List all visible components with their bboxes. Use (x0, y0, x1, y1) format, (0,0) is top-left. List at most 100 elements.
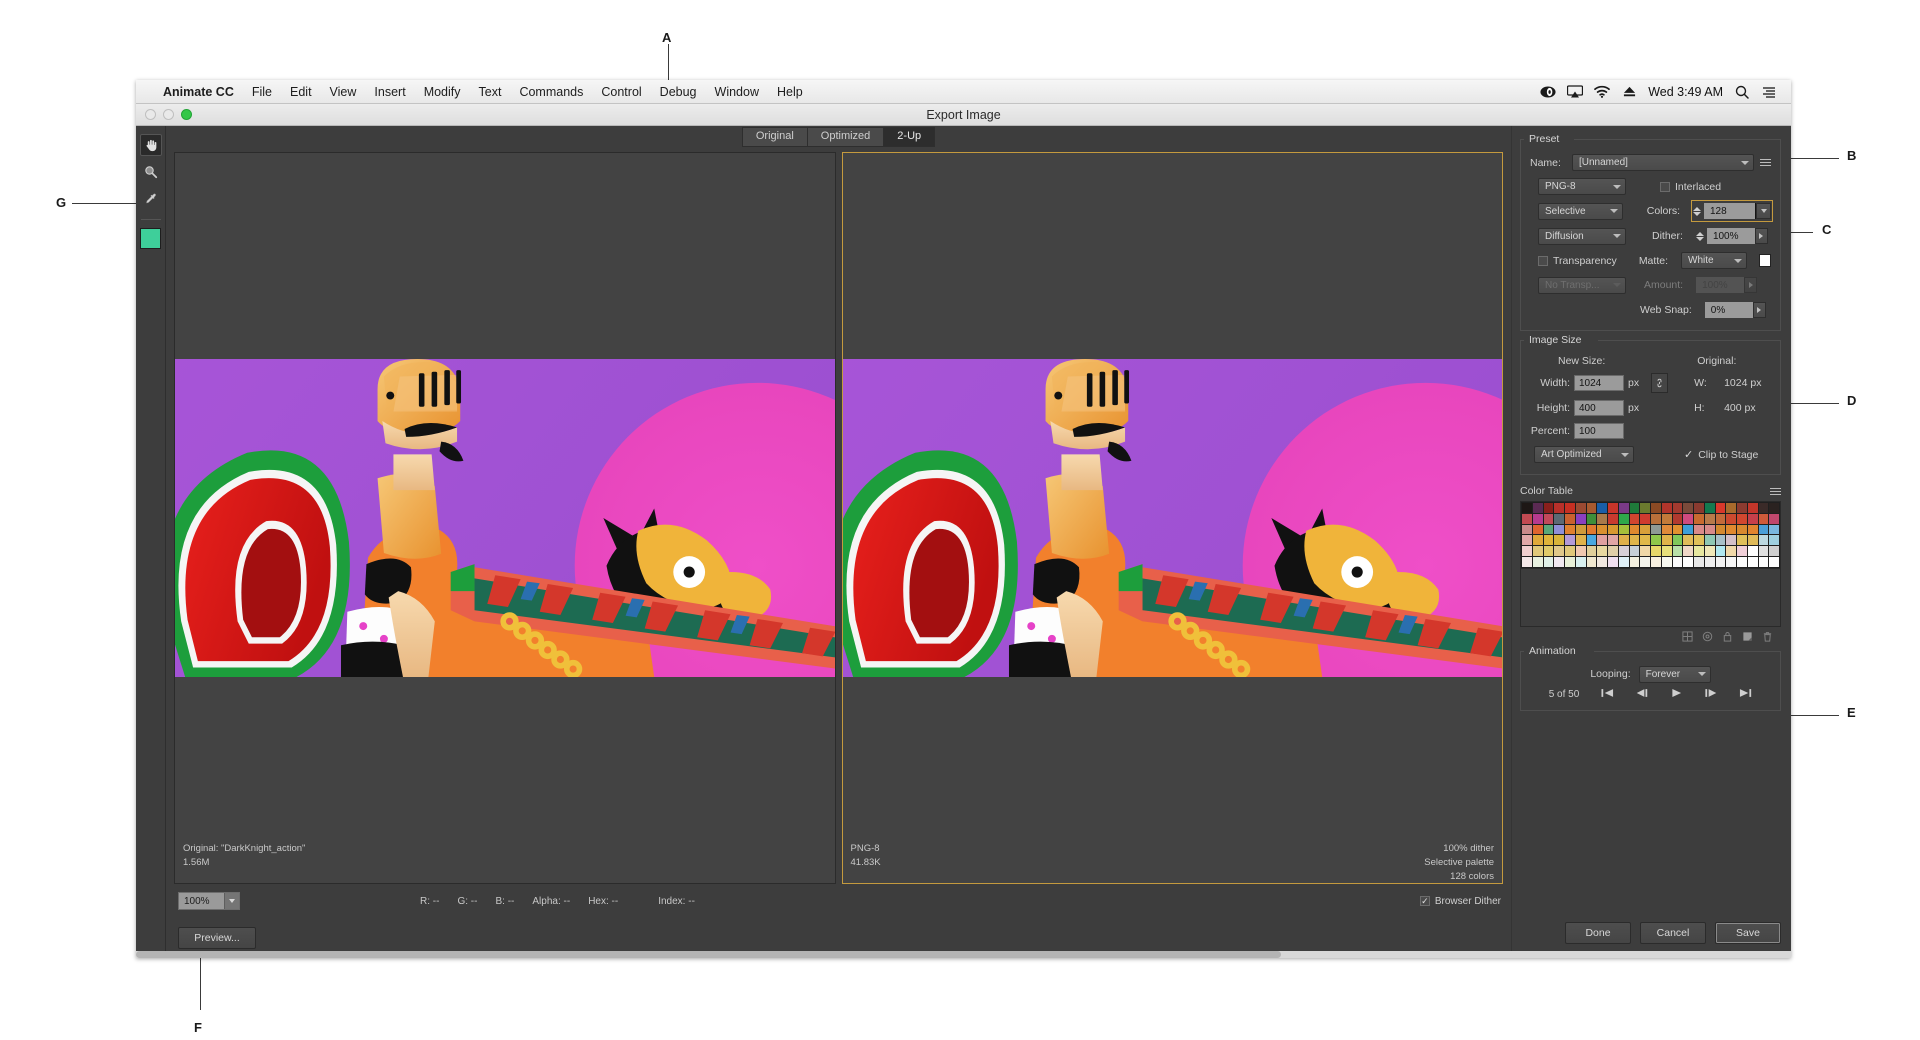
color-swatch[interactable] (1672, 513, 1683, 524)
eject-icon[interactable] (1621, 84, 1637, 100)
color-swatch[interactable] (1522, 546, 1532, 556)
color-swatch[interactable] (1661, 546, 1672, 556)
transparency-checkbox[interactable]: Transparency (1538, 255, 1617, 267)
color-swatch[interactable] (1522, 503, 1532, 513)
color-swatch[interactable] (1715, 524, 1726, 535)
color-swatch[interactable] (1597, 546, 1607, 556)
color-swatch[interactable] (1640, 556, 1650, 567)
color-swatch[interactable] (1758, 535, 1769, 545)
color-swatch[interactable] (1694, 556, 1704, 567)
color-swatch[interactable] (1618, 535, 1629, 545)
tab-original[interactable]: Original (741, 127, 807, 147)
color-swatch[interactable] (1532, 513, 1543, 524)
color-swatch[interactable] (1672, 535, 1683, 545)
color-swatch[interactable] (1747, 556, 1758, 567)
color-swatch[interactable] (1522, 524, 1532, 535)
color-swatch[interactable] (1629, 546, 1640, 556)
looping-dropdown[interactable]: Forever (1638, 665, 1711, 683)
clip-to-stage-checkbox[interactable]: ✓ Clip to Stage (1684, 448, 1758, 462)
color-swatch[interactable] (1704, 556, 1715, 567)
menu-modify[interactable]: Modify (415, 80, 470, 104)
window-controls[interactable] (136, 109, 192, 120)
menu-text[interactable]: Text (470, 80, 511, 104)
color-swatch[interactable] (1565, 513, 1575, 524)
color-swatch[interactable] (1683, 556, 1693, 567)
new-color-icon[interactable] (1742, 631, 1753, 644)
color-swatch[interactable] (1608, 546, 1618, 556)
color-swatch[interactable] (1704, 524, 1715, 535)
percent-input[interactable]: 100 (1574, 423, 1624, 439)
preset-options-menu-icon[interactable] (1760, 159, 1771, 166)
color-swatch[interactable] (1575, 535, 1586, 545)
color-swatch[interactable] (1726, 546, 1736, 556)
spotlight-search-icon[interactable] (1734, 84, 1750, 100)
color-swatch[interactable] (1715, 546, 1726, 556)
close-button[interactable] (145, 109, 156, 120)
color-swatch[interactable] (1565, 546, 1575, 556)
cancel-button[interactable]: Cancel (1640, 922, 1706, 944)
color-swatch[interactable] (1672, 524, 1683, 535)
color-swatch[interactable] (1769, 513, 1779, 524)
color-swatch[interactable] (1715, 503, 1726, 513)
menu-view[interactable]: View (321, 80, 366, 104)
color-swatch[interactable] (1565, 535, 1575, 545)
tab-2up[interactable]: 2-Up (883, 127, 936, 147)
file-format-dropdown[interactable]: PNG-8 (1538, 178, 1626, 195)
menu-control[interactable]: Control (592, 80, 650, 104)
done-button[interactable]: Done (1565, 922, 1631, 944)
color-swatch[interactable] (1683, 503, 1693, 513)
color-swatch[interactable] (1554, 513, 1564, 524)
creative-cloud-icon[interactable] (1540, 84, 1556, 100)
web-snap-icon[interactable] (1702, 631, 1713, 644)
color-swatch[interactable] (1575, 503, 1586, 513)
color-swatch[interactable] (1737, 513, 1747, 524)
matte-color-swatch[interactable] (1759, 254, 1771, 267)
eyedropper-tool[interactable] (140, 188, 162, 210)
hand-tool[interactable] (139, 134, 162, 156)
color-swatch[interactable] (1769, 503, 1779, 513)
menu-debug[interactable]: Debug (651, 80, 706, 104)
color-swatch[interactable] (1597, 503, 1607, 513)
color-swatch[interactable] (1694, 503, 1704, 513)
color-swatch[interactable] (1704, 513, 1715, 524)
color-swatch[interactable] (1575, 556, 1586, 567)
optimized-canvas[interactable] (842, 153, 1502, 883)
colors-dropdown-button[interactable] (1756, 203, 1771, 219)
color-swatch[interactable] (1683, 546, 1693, 556)
color-swatch[interactable] (1758, 503, 1769, 513)
menu-insert[interactable]: Insert (365, 80, 414, 104)
color-table-swatches[interactable] (1520, 501, 1781, 569)
color-swatch[interactable] (1575, 513, 1586, 524)
color-swatch[interactable] (1554, 546, 1564, 556)
color-swatch[interactable] (1618, 546, 1629, 556)
wifi-icon[interactable] (1594, 84, 1611, 100)
menu-file[interactable]: File (243, 80, 281, 104)
color-swatch[interactable] (1715, 513, 1726, 524)
color-table-empty-area[interactable] (1520, 568, 1781, 627)
color-swatch[interactable] (1651, 524, 1661, 535)
color-swatch[interactable] (1651, 535, 1661, 545)
color-swatch[interactable] (1597, 513, 1607, 524)
color-swatch[interactable] (1608, 524, 1618, 535)
color-swatch[interactable] (1543, 503, 1554, 513)
color-swatch[interactable] (1586, 503, 1597, 513)
minimize-button[interactable] (163, 109, 174, 120)
color-swatch[interactable] (1661, 535, 1672, 545)
color-swatch[interactable] (1661, 503, 1672, 513)
height-input[interactable]: 400 (1574, 400, 1624, 416)
color-swatch[interactable] (1704, 503, 1715, 513)
color-swatch[interactable] (1543, 535, 1554, 545)
color-swatch[interactable] (1758, 524, 1769, 535)
color-swatch[interactable] (1532, 535, 1543, 545)
delete-color-icon[interactable] (1762, 631, 1773, 644)
menu-edit[interactable]: Edit (281, 80, 321, 104)
maximize-button[interactable] (181, 109, 192, 120)
original-canvas[interactable] (175, 153, 835, 883)
color-swatch[interactable] (1747, 503, 1758, 513)
stepper-arrows-icon[interactable] (1693, 206, 1702, 216)
matte-dropdown[interactable]: White (1681, 252, 1748, 269)
color-swatch[interactable] (1769, 535, 1779, 545)
color-swatch[interactable] (1640, 524, 1650, 535)
last-frame-button[interactable] (1739, 688, 1752, 701)
color-swatch[interactable] (1543, 524, 1554, 535)
